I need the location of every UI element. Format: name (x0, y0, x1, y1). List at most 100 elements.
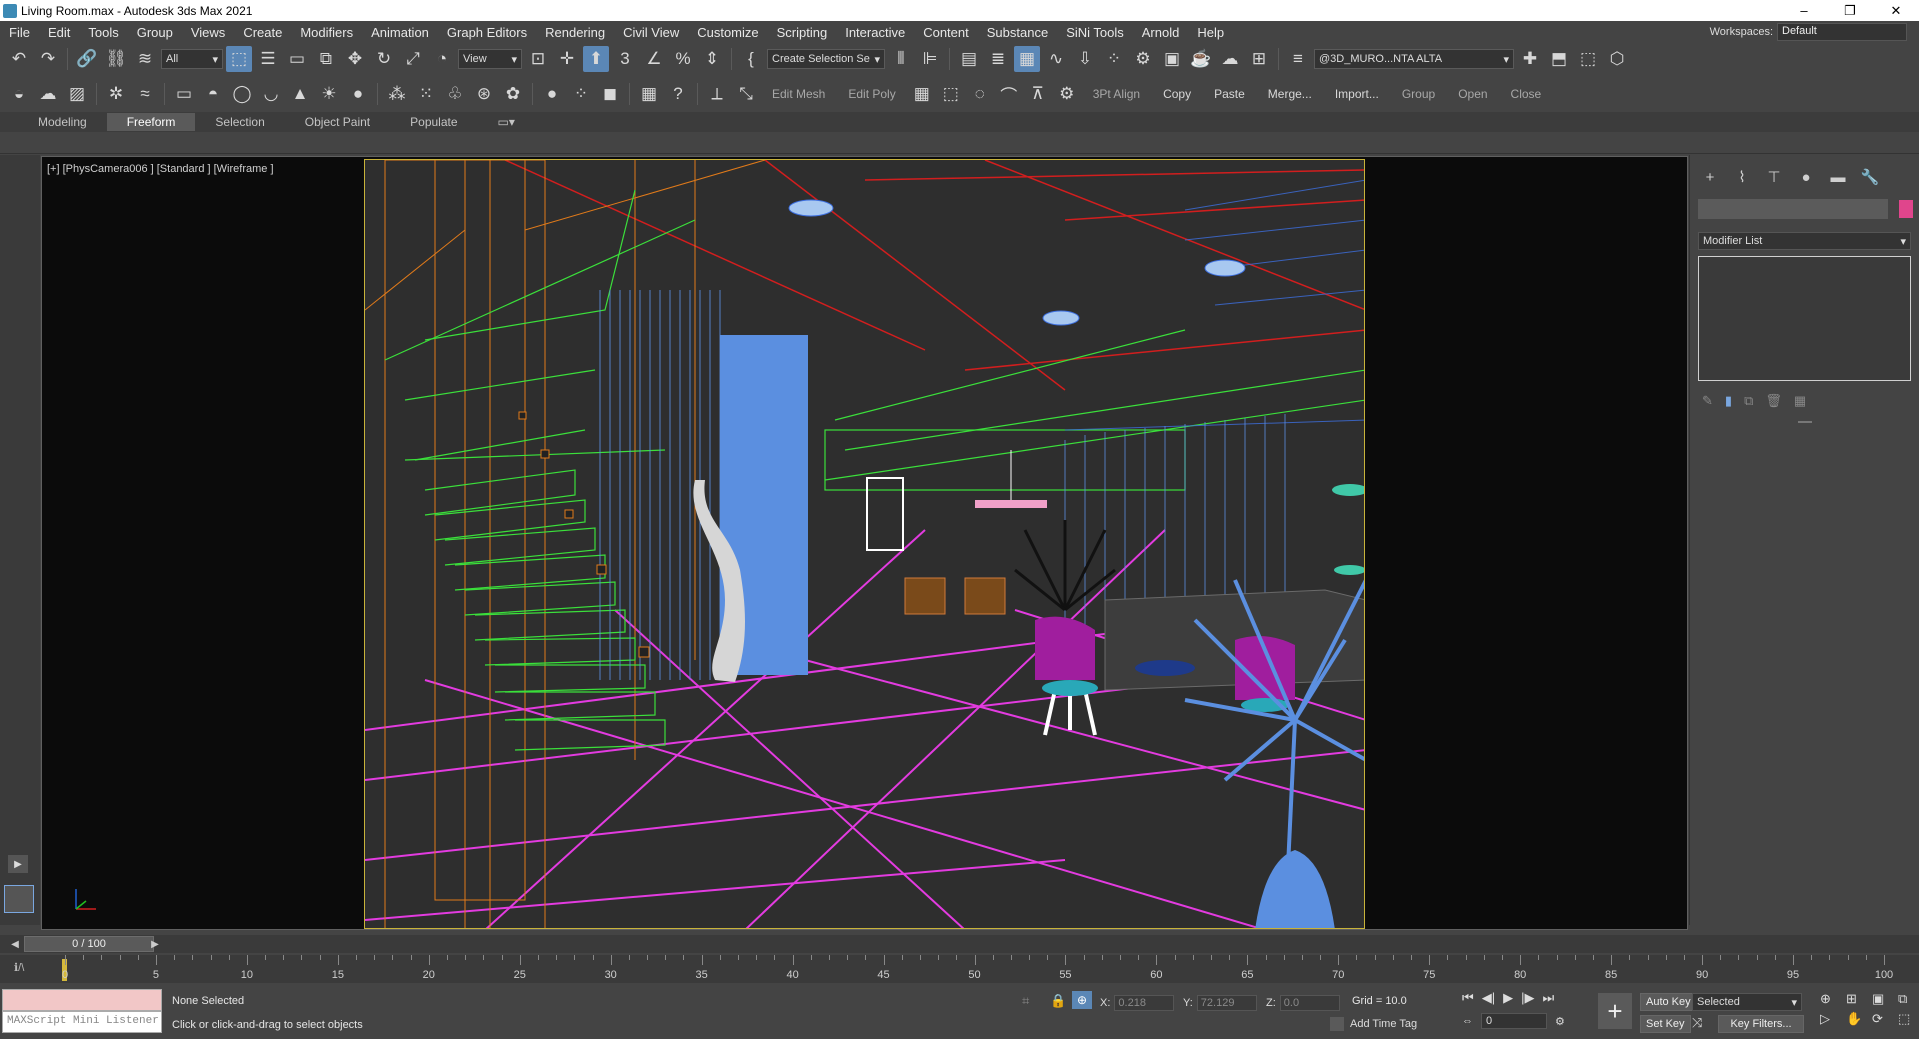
viewport-layout-thumbnail[interactable] (4, 885, 34, 913)
sphere-icon[interactable]: ◯ (229, 81, 255, 107)
menu-graph-editors[interactable]: Graph Editors (438, 25, 536, 40)
manipulate-icon[interactable]: ✛ (554, 46, 580, 72)
curve-editor-mini-icon[interactable]: ℹ/\ (14, 961, 24, 974)
undo-icon[interactable]: ↶ (6, 46, 32, 72)
set-current-layer-icon[interactable]: ⬡ (1604, 46, 1630, 72)
absolute-mode-icon[interactable]: ⊕ (1072, 991, 1092, 1009)
menu-create[interactable]: Create (234, 25, 291, 40)
remove-modifier-icon[interactable]: 🗑 (1765, 393, 1782, 409)
maxscript-listener[interactable]: MAXScript Mini Listener (2, 989, 162, 1035)
spinner-snap-icon[interactable]: ⇕ (699, 46, 725, 72)
render-production-icon[interactable]: ☕ (1188, 46, 1214, 72)
spline-icon[interactable]: ◌ (967, 81, 993, 107)
time-slider[interactable]: 0 / 100 (24, 936, 154, 952)
make-unique-icon[interactable]: ⧉ (1744, 393, 1753, 409)
sky-icon[interactable]: ● (345, 81, 371, 107)
select-in-layer-icon[interactable]: ⬚ (1575, 46, 1601, 72)
stool-icon[interactable]: ⊼ (1025, 81, 1051, 107)
menu-group[interactable]: Group (128, 25, 182, 40)
add-time-tag[interactable]: Add Time Tag (1330, 1017, 1417, 1031)
go-to-end-icon[interactable]: ⏭ (1542, 990, 1554, 1006)
create-layer-icon[interactable]: ✚ (1517, 46, 1543, 72)
material-ball-icon[interactable]: ● (539, 81, 565, 107)
cloud-icon[interactable]: ☁ (35, 81, 61, 107)
mirror-icon[interactable]: ⫴ (888, 46, 914, 72)
percent-snap-icon[interactable]: % (670, 46, 696, 72)
zoom-extents-all-icon[interactable]: ⧉ (1898, 991, 1919, 1007)
unlink-icon[interactable]: ⛓ (103, 46, 129, 72)
rect-selection-icon[interactable]: ▭ (284, 46, 310, 72)
bowl-icon[interactable]: ◡ (258, 81, 284, 107)
create-tab-icon[interactable]: + (1698, 167, 1722, 187)
viewport[interactable]: [+] [PhysCamera006 ] [Standard ] [Wirefr… (41, 156, 1688, 930)
modifier-stack[interactable] (1698, 256, 1911, 381)
rendered-frame-window-icon[interactable]: ▣ (1159, 46, 1185, 72)
object-name-field[interactable] (1698, 199, 1888, 219)
material-editor-icon[interactable]: ⁘ (1101, 46, 1127, 72)
select-object-icon[interactable]: ⬚ (226, 46, 252, 72)
redo-icon[interactable]: ↷ (35, 46, 61, 72)
align-icon[interactable]: ⊫ (917, 46, 943, 72)
pan-icon[interactable]: ✋ (1846, 1011, 1868, 1027)
field-of-view-icon[interactable]: ▷ (1820, 1011, 1842, 1027)
show-end-result-icon[interactable]: ▮ (1725, 393, 1732, 409)
maxscript-input[interactable]: MAXScript Mini Listener (2, 1011, 162, 1033)
modifier-list-dropdown[interactable]: Modifier List ▾ (1698, 232, 1911, 250)
tab-freeform[interactable]: Freeform (106, 113, 196, 131)
scene-explorer-icon[interactable]: ▤ (956, 46, 982, 72)
layer-manager-icon[interactable]: ≡ (1285, 46, 1311, 72)
y-coordinate-field[interactable]: 72.129 (1196, 995, 1257, 1011)
zoom-all-icon[interactable]: ⊞ (1846, 991, 1868, 1007)
pivot-icon[interactable]: ⊡ (525, 46, 551, 72)
particles-icon[interactable]: ⁙ (413, 81, 439, 107)
minimize-button[interactable]: – (1781, 0, 1827, 21)
edit-mesh-button[interactable]: Edit Mesh (762, 87, 835, 101)
menu-content[interactable]: Content (914, 25, 978, 40)
pin-stack-icon[interactable]: ✎ (1702, 393, 1713, 409)
window-crossing-icon[interactable]: ⧉ (313, 46, 339, 72)
multi-material-icon[interactable]: ⁘ (568, 81, 594, 107)
layer-explorer-icon[interactable]: ≣ (985, 46, 1011, 72)
tab-object-paint[interactable]: Object Paint (285, 113, 390, 131)
align-tools-icon[interactable]: ⤡ (733, 81, 759, 107)
zoom-extents-icon[interactable]: ▣ (1872, 991, 1894, 1007)
menu-file[interactable]: File (0, 25, 39, 40)
named-selection-set-select[interactable]: Create Selection Se ▾ (767, 49, 885, 69)
prev-frame-arrow-icon[interactable]: ◀ (8, 936, 22, 952)
help-icon[interactable]: ? (665, 81, 691, 107)
zoom-icon[interactable]: ⊕ (1820, 991, 1842, 1007)
ref-coord-select[interactable]: View ▾ (458, 49, 522, 69)
link-icon[interactable]: 🔗 (74, 46, 100, 72)
menu-civil-view[interactable]: Civil View (614, 25, 688, 40)
auto-key-button[interactable]: Auto Key (1640, 993, 1697, 1011)
motion-tab-icon[interactable]: ● (1794, 167, 1818, 187)
isolate-icon[interactable]: ⌗ (1022, 993, 1029, 1009)
wind-icon[interactable]: ≈ (132, 81, 158, 107)
key-filters-button[interactable]: Key Filters... (1718, 1015, 1804, 1033)
time-config-icon[interactable]: ⚙ (1555, 1015, 1565, 1028)
close-group-button[interactable]: Close (1501, 87, 1552, 101)
keyboard-shortcut-icon[interactable]: ⬆ (583, 46, 609, 72)
track-bar[interactable]: ℹ/\ 0 5 10 15 20 25 30 35 40 45 50 55 60 65 70 75 80 85 90… (0, 955, 1919, 983)
open-button[interactable]: Open (1448, 87, 1497, 101)
menu-tools[interactable]: Tools (79, 25, 127, 40)
select-by-name-icon[interactable]: ☰ (255, 46, 281, 72)
menu-rendering[interactable]: Rendering (536, 25, 614, 40)
pivot-tools-icon[interactable]: ⟂ (704, 81, 730, 107)
close-button[interactable]: ✕ (1873, 0, 1919, 21)
maximize-viewport-icon[interactable]: ⬚ (1898, 1011, 1919, 1027)
object-color-swatch[interactable] (1899, 200, 1914, 218)
menu-edit[interactable]: Edit (39, 25, 79, 40)
tab-populate[interactable]: Populate (390, 113, 477, 131)
hierarchy-tab-icon[interactable]: ⊤ (1762, 167, 1786, 187)
box-icon[interactable]: ▭ (171, 81, 197, 107)
angle-snap-icon[interactable]: ∠ (641, 46, 667, 72)
place-icon[interactable]: ◔ (429, 46, 455, 72)
curve-editor-icon[interactable]: ∿ (1043, 46, 1069, 72)
snaps-toggle-icon[interactable]: 3 (612, 46, 638, 72)
paste-button[interactable]: Paste (1204, 87, 1255, 101)
import-button[interactable]: Import... (1325, 87, 1389, 101)
file-icon[interactable]: ▦ (636, 81, 662, 107)
set-keys-button[interactable]: + (1598, 993, 1632, 1029)
bounding-box-icon[interactable]: ⬚ (938, 81, 964, 107)
